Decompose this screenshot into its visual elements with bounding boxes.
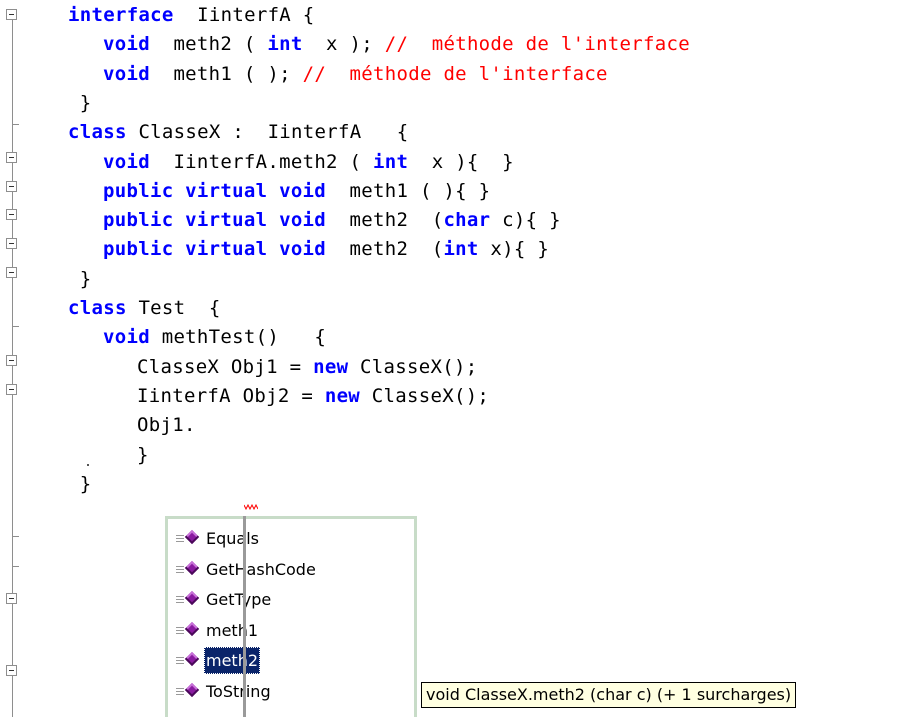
code-line[interactable]: class ClasseX : IinterfA { bbox=[68, 119, 408, 145]
code-line[interactable]: void methTest() { bbox=[103, 324, 326, 350]
code-token: } bbox=[68, 91, 92, 114]
completion-item-label: GetType bbox=[206, 590, 272, 610]
code-line[interactable]: interface IinterfA { bbox=[68, 2, 315, 28]
fold-toggle-methtest[interactable] bbox=[6, 384, 17, 395]
code-token: x){ } bbox=[478, 238, 550, 261]
fold-toggle-classex[interactable] bbox=[6, 152, 17, 163]
code-token: ClasseX : IinterfA { bbox=[126, 121, 409, 144]
completion-item-equals[interactable]: Equals bbox=[174, 525, 261, 552]
keyword-token: void bbox=[103, 150, 150, 173]
keyword-token: class bbox=[68, 121, 127, 144]
code-line[interactable]: void meth1 ( ); // méthode de l'interfac… bbox=[103, 61, 608, 87]
completion-item-label: GetHashCode bbox=[206, 559, 316, 579]
code-token: c){ } bbox=[490, 209, 561, 232]
code-line[interactable]: public virtual void meth2 (char c){ } bbox=[103, 207, 561, 233]
completion-item-tostring[interactable]: ToString bbox=[174, 678, 273, 705]
code-line[interactable]: void IinterfA.meth2 ( int x ){ } bbox=[103, 149, 514, 175]
code-token: meth2 ( bbox=[149, 33, 268, 56]
method-icon bbox=[174, 525, 204, 552]
fold-end-marker bbox=[12, 326, 19, 327]
code-line[interactable]: ClasseX Obj1 = new ClasseX(); bbox=[137, 354, 477, 380]
code-token: meth1 ( ){ } bbox=[326, 179, 491, 202]
code-line[interactable]: } bbox=[68, 90, 91, 116]
code-token: Test { bbox=[126, 297, 221, 319]
method-icon bbox=[174, 586, 204, 613]
fold-end-marker bbox=[12, 124, 19, 125]
fold-toggle-method[interactable] bbox=[6, 267, 17, 278]
keyword-token: int bbox=[443, 238, 479, 261]
fold-toggle-method[interactable] bbox=[6, 209, 17, 220]
fold-toggle-method[interactable] bbox=[6, 238, 17, 249]
code-line[interactable]: } bbox=[68, 266, 91, 292]
code-line[interactable]: } bbox=[137, 442, 149, 468]
code-token: IinterfA.meth2 ( bbox=[149, 150, 374, 173]
keyword-token: public virtual void bbox=[103, 238, 327, 261]
keyword-token: void bbox=[103, 62, 150, 85]
code-token: IinterfA Obj2 = bbox=[137, 384, 325, 407]
completion-item-label: meth2 bbox=[204, 647, 261, 675]
fold-toggle-method[interactable] bbox=[6, 181, 17, 192]
code-editor[interactable]: interface IinterfA { void meth2 ( int x )… bbox=[0, 0, 903, 717]
error-squiggle bbox=[244, 504, 258, 510]
code-token: Obj1. bbox=[137, 414, 196, 437]
code-line[interactable]: class Test { bbox=[68, 295, 221, 321]
code-line[interactable]: IinterfA Obj2 = new ClasseX(); bbox=[137, 383, 489, 409]
intellisense-list[interactable]: Equals GetHashCode GetType meth1 meth2 ToStri… bbox=[165, 516, 417, 717]
code-token: ClasseX(); bbox=[348, 355, 478, 378]
comment-token: // méthode de l'interface bbox=[384, 33, 690, 56]
completion-item-label: Equals bbox=[206, 529, 259, 548]
code-token: ClasseX(); bbox=[360, 384, 490, 407]
completion-item-label: meth1 bbox=[206, 620, 259, 640]
keyword-token: void bbox=[103, 33, 150, 56]
code-line[interactable]: Obj1. bbox=[137, 412, 196, 438]
fold-end-marker bbox=[12, 536, 19, 537]
code-line[interactable]: void meth2 ( int x ); // méthode de l'in… bbox=[103, 31, 690, 57]
keyword-token: void bbox=[103, 326, 150, 349]
code-token: meth2 ( bbox=[326, 209, 444, 232]
keyword-token: int bbox=[373, 150, 409, 173]
code-line[interactable]: } bbox=[68, 471, 91, 497]
code-line[interactable]: public virtual void meth1 ( ){ } bbox=[103, 178, 490, 204]
keyword-token: new bbox=[324, 384, 361, 407]
code-token: } bbox=[68, 267, 92, 290]
method-icon bbox=[174, 678, 204, 705]
code-token: } bbox=[137, 443, 149, 466]
fold-end-marker bbox=[12, 566, 19, 567]
code-token: IinterfA { bbox=[173, 4, 315, 26]
signature-tooltip: void ClasseX.meth2 (char c) (+ 1 surchar… bbox=[421, 682, 797, 708]
completion-item-gettype[interactable]: GetType bbox=[174, 586, 273, 613]
fold-toggle-test[interactable] bbox=[6, 355, 17, 366]
keyword-token: public virtual void bbox=[103, 179, 327, 202]
code-token: } bbox=[68, 472, 92, 495]
keyword-token: new bbox=[313, 355, 349, 378]
list-separator bbox=[243, 516, 246, 717]
keyword-token: int bbox=[267, 33, 303, 56]
method-icon bbox=[174, 556, 204, 583]
fold-toggle[interactable] bbox=[6, 665, 17, 676]
code-line[interactable]: public virtual void meth2 (int x){ } bbox=[103, 236, 549, 262]
method-icon bbox=[174, 617, 204, 644]
code-token: x ); bbox=[302, 33, 385, 56]
comment-token: // méthode de l'interface bbox=[302, 62, 608, 85]
code-token: methTest() { bbox=[149, 326, 327, 349]
completion-item-label: ToString bbox=[206, 682, 271, 701]
keyword-token: char bbox=[443, 209, 491, 232]
keyword-token: public virtual void bbox=[103, 209, 327, 232]
completion-item-meth2[interactable]: meth2 bbox=[174, 647, 261, 675]
fold-toggle[interactable] bbox=[6, 593, 17, 604]
keyword-token: interface bbox=[68, 4, 174, 26]
code-token: ClasseX Obj1 = bbox=[137, 355, 314, 378]
code-token: x ){ } bbox=[408, 150, 514, 173]
code-token: meth1 ( ); bbox=[149, 62, 303, 85]
keyword-token: class bbox=[68, 297, 127, 319]
completion-item-meth1[interactable]: meth1 bbox=[174, 617, 260, 644]
fold-toggle-interface[interactable] bbox=[6, 9, 17, 20]
code-token: meth2 ( bbox=[326, 238, 444, 261]
caret-dot bbox=[87, 464, 89, 466]
method-icon bbox=[174, 647, 204, 674]
